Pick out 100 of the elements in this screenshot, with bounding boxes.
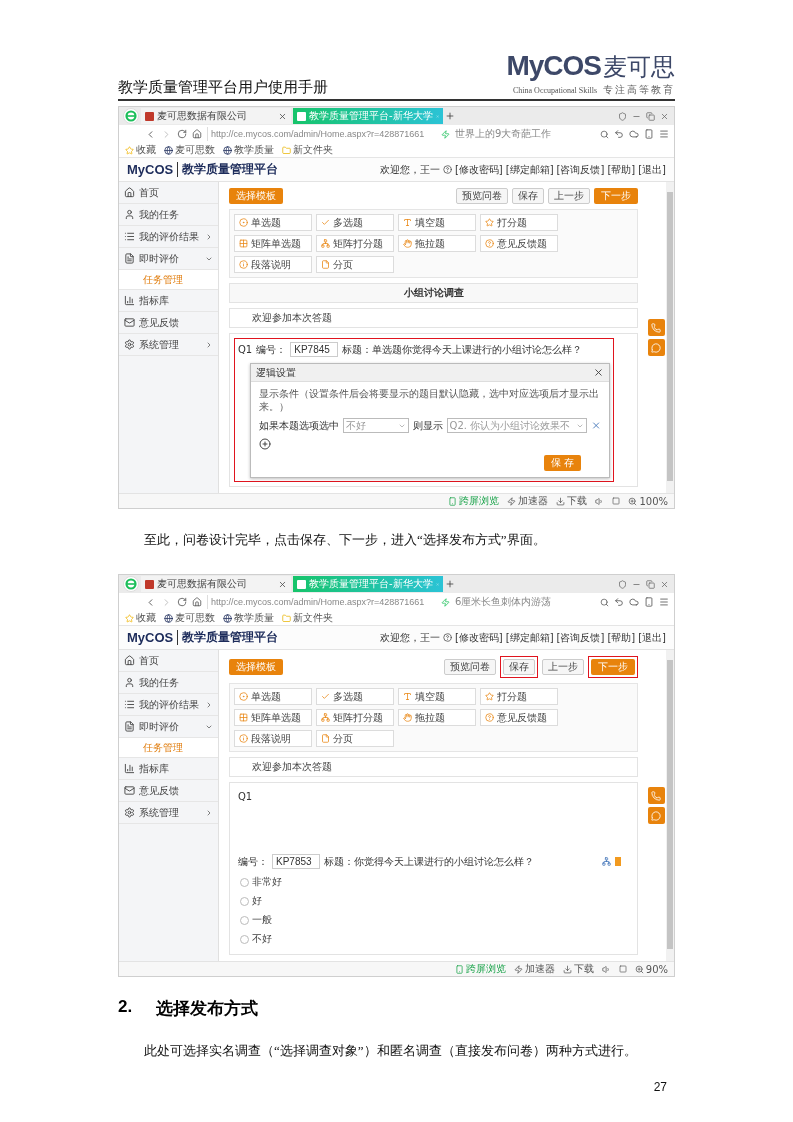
- bookmark[interactable]: 麦可思数: [164, 143, 215, 157]
- close-icon[interactable]: [593, 367, 604, 378]
- restore-icon[interactable]: [646, 111, 655, 121]
- status-item[interactable]: 加速器: [513, 962, 555, 977]
- sidebar-item[interactable]: 我的任务: [119, 204, 218, 226]
- remove-icon[interactable]: [590, 420, 601, 431]
- speaker-icon[interactable]: [601, 964, 611, 974]
- search-field[interactable]: 6厘米长鱼刺体内游荡: [455, 595, 595, 610]
- phone-icon[interactable]: [644, 597, 654, 608]
- header-link[interactable]: [退出]: [638, 630, 666, 645]
- question-type-button[interactable]: 意见反馈题: [480, 709, 558, 727]
- undo-icon[interactable]: [614, 597, 624, 608]
- scrollbar[interactable]: [666, 650, 674, 962]
- add-icon[interactable]: [259, 438, 271, 450]
- question-type-button[interactable]: 多选题: [316, 688, 394, 706]
- restore-icon[interactable]: [646, 579, 655, 589]
- question-type-button[interactable]: 单选题: [234, 688, 312, 706]
- radio-button[interactable]: [240, 934, 249, 944]
- radio-button[interactable]: [240, 896, 249, 906]
- status-item[interactable]: 下载: [562, 962, 594, 977]
- question-type-button[interactable]: 矩阵单选题: [234, 235, 312, 252]
- toolbar-button[interactable]: 上一步: [542, 659, 584, 676]
- zoom-control[interactable]: 100%: [628, 495, 668, 507]
- bookmark[interactable]: 麦可思数: [164, 611, 215, 626]
- new-tab-icon[interactable]: [445, 111, 455, 121]
- phone-button[interactable]: [647, 787, 665, 805]
- code-field[interactable]: KP7853: [272, 854, 320, 870]
- browser-tab[interactable]: 麦可思数据有限公司: [141, 576, 291, 593]
- cloud-icon[interactable]: [629, 597, 639, 608]
- toolbar-button[interactable]: 保存: [503, 659, 535, 676]
- new-tab-icon[interactable]: [445, 579, 455, 590]
- menu-icon[interactable]: [659, 129, 669, 139]
- question-type-button[interactable]: 填空题: [398, 214, 476, 231]
- toolbar-button[interactable]: 上一步: [548, 188, 590, 204]
- cloud-icon[interactable]: [629, 129, 639, 139]
- status-item[interactable]: 加速器: [507, 494, 549, 508]
- header-link[interactable]: [退出]: [638, 162, 666, 177]
- answer-option[interactable]: 非常好: [240, 875, 621, 890]
- window-icon[interactable]: [618, 965, 627, 974]
- bookmark[interactable]: 教学质量: [223, 611, 274, 626]
- undo-icon[interactable]: [614, 129, 624, 139]
- address-field[interactable]: http://ce.mycos.com/admin/Home.aspx?r=428871661: [207, 127, 436, 141]
- header-link[interactable]: [帮助]: [607, 162, 636, 177]
- code-field[interactable]: KP7845: [290, 342, 339, 357]
- sidebar-item[interactable]: 首页: [119, 650, 218, 673]
- sidebar-item[interactable]: 我的评价结果: [119, 226, 218, 248]
- phone-button[interactable]: [647, 319, 665, 336]
- reload-icon[interactable]: [177, 597, 187, 608]
- bookmark[interactable]: 收藏: [125, 143, 156, 157]
- home-icon[interactable]: [192, 129, 202, 139]
- close-icon[interactable]: [278, 111, 287, 121]
- menu-icon[interactable]: [659, 597, 669, 608]
- question-type-button[interactable]: 多选题: [316, 214, 394, 231]
- radio-button[interactable]: [240, 877, 249, 887]
- header-link[interactable]: [帮助]: [607, 630, 636, 645]
- sidebar-item[interactable]: 系统管理: [119, 334, 218, 356]
- radio-button[interactable]: [240, 915, 249, 925]
- bookmark[interactable]: 收藏: [125, 611, 156, 626]
- scrollbar[interactable]: [666, 182, 674, 493]
- sidebar-item[interactable]: 首页: [119, 182, 218, 204]
- header-link[interactable]: [咨询反馈]: [556, 162, 605, 177]
- question-type-button[interactable]: 矩阵打分题: [316, 235, 394, 252]
- question-type-button[interactable]: 段落说明: [234, 730, 312, 748]
- question-type-button[interactable]: 打分题: [480, 688, 558, 706]
- question-type-button[interactable]: 矩阵打分题: [316, 709, 394, 727]
- window-icon[interactable]: [612, 497, 621, 505]
- sidebar-item[interactable]: 指标库: [119, 290, 218, 312]
- answer-option[interactable]: 不好: [240, 932, 621, 947]
- reload-icon[interactable]: [177, 129, 187, 139]
- close-icon[interactable]: [278, 579, 287, 589]
- sidebar-item[interactable]: 我的任务: [119, 672, 218, 695]
- header-link[interactable]: [绑定邮箱]: [505, 630, 554, 645]
- toolbar-button[interactable]: 预览问卷: [444, 659, 496, 676]
- question-type-button[interactable]: 分页: [316, 730, 394, 748]
- browser-tab[interactable]: 麦可思数据有限公司: [141, 108, 291, 124]
- close-icon[interactable]: [660, 111, 669, 121]
- toolbar-button[interactable]: 保存: [512, 188, 544, 204]
- question-type-button[interactable]: 拖拉题: [398, 235, 476, 252]
- sidebar-item[interactable]: 意见反馈: [119, 780, 218, 803]
- sidebar-item[interactable]: 指标库: [119, 758, 218, 781]
- network-icon[interactable]: [602, 857, 611, 867]
- sidebar-item[interactable]: 我的评价结果: [119, 694, 218, 717]
- question-type-button[interactable]: 矩阵单选题: [234, 709, 312, 727]
- question-type-button[interactable]: 拖拉题: [398, 709, 476, 727]
- phone-icon[interactable]: [644, 129, 654, 139]
- header-link[interactable]: [咨询反馈]: [556, 630, 605, 645]
- speaker-icon[interactable]: [595, 496, 605, 506]
- search-icon[interactable]: [600, 129, 609, 139]
- question-type-button[interactable]: 单选题: [234, 214, 312, 231]
- address-field[interactable]: http://ce.mycos.com/admin/Home.aspx?r=428871661: [207, 595, 436, 610]
- question-type-button[interactable]: 填空题: [398, 688, 476, 706]
- chat-button[interactable]: [647, 339, 665, 356]
- header-link[interactable]: [绑定邮箱]: [505, 162, 554, 177]
- help-icon[interactable]: [442, 633, 452, 643]
- chat-button[interactable]: [647, 807, 665, 825]
- answer-option[interactable]: 好: [240, 894, 621, 909]
- header-link[interactable]: [修改密码]: [454, 630, 503, 645]
- bookmark[interactable]: 新文件夹: [282, 143, 333, 157]
- sidebar-item[interactable]: 意见反馈: [119, 312, 218, 334]
- bookmark[interactable]: 新文件夹: [282, 611, 333, 626]
